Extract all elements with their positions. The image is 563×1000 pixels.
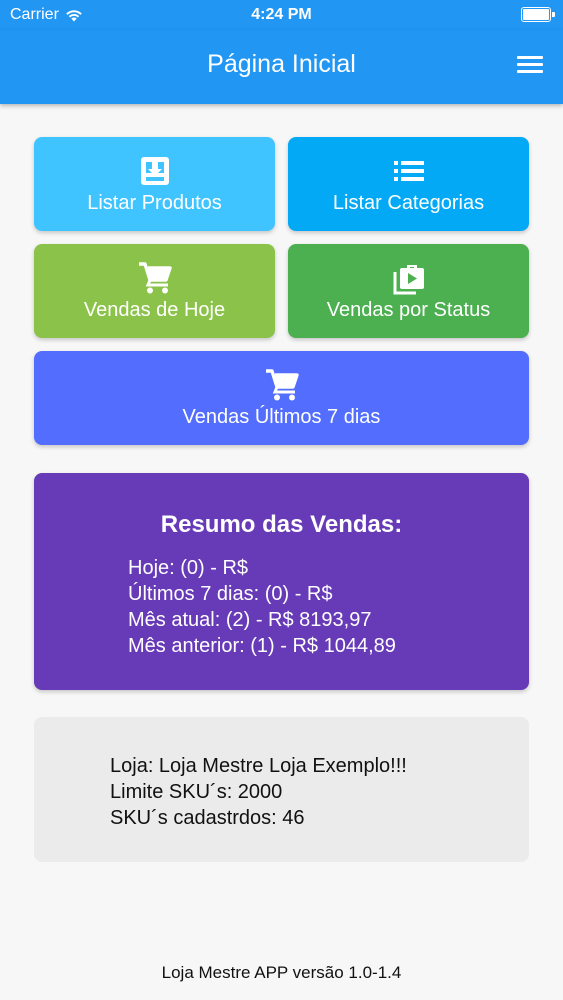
store-name: Loja: Loja Mestre Loja Exemplo!!! <box>110 755 407 777</box>
summary-last-7-days: Últimos 7 dias: (0) - R$ <box>128 583 333 605</box>
cart-icon <box>138 261 172 295</box>
play-library-icon <box>392 261 426 295</box>
list-products-label: Listar Produtos <box>87 191 222 214</box>
status-time: 4:24 PM <box>251 6 312 23</box>
battery-icon <box>521 7 555 22</box>
status-bar: Carrier 4:24 PM <box>0 0 563 30</box>
summary-previous-month: Mês anterior: (1) - R$ 1044,89 <box>128 635 396 657</box>
sku-registered: SKU´s cadastrdos: 46 <box>110 807 305 829</box>
cart-icon <box>265 368 299 402</box>
menu-icon[interactable] <box>517 55 543 75</box>
summary-today: Hoje: (0) - R$ <box>128 557 249 579</box>
app-version: Loja Mestre APP versão 1.0-1.4 <box>161 963 402 982</box>
sku-limit: Limite SKU´s: 2000 <box>110 781 283 803</box>
sales-last-7-days-label: Vendas Últimos 7 dias <box>182 405 381 428</box>
download-box-icon <box>138 154 172 188</box>
sales-today-button[interactable]: Vendas de Hoje <box>34 244 275 338</box>
sales-today-label: Vendas de Hoje <box>83 298 226 321</box>
list-icon <box>392 154 426 188</box>
sales-summary-card: Resumo das Vendas: Hoje: (0) - R$ Último… <box>34 473 529 690</box>
store-info-lines: Loja: Loja Mestre Loja Exemplo!!! Limite… <box>110 753 407 831</box>
summary-current-month: Mês atual: (2) - R$ 8193,97 <box>128 609 372 631</box>
sales-summary-title: Resumo das Vendas: <box>160 511 403 538</box>
sales-by-status-button[interactable]: Vendas por Status <box>288 244 529 338</box>
list-categories-label: Listar Categorias <box>332 191 485 214</box>
store-info-card: Loja: Loja Mestre Loja Exemplo!!! Limite… <box>34 717 529 862</box>
list-products-button[interactable]: Listar Produtos <box>34 137 275 231</box>
sales-summary-lines: Hoje: (0) - R$ Últimos 7 dias: (0) - R$ … <box>128 555 396 659</box>
sales-last-7-days-button[interactable]: Vendas Últimos 7 dias <box>34 351 529 445</box>
app-header: Página Inicial <box>0 30 563 104</box>
page-title: Página Inicial <box>207 50 356 78</box>
list-categories-button[interactable]: Listar Categorias <box>288 137 529 231</box>
sales-by-status-label: Vendas por Status <box>326 298 491 321</box>
